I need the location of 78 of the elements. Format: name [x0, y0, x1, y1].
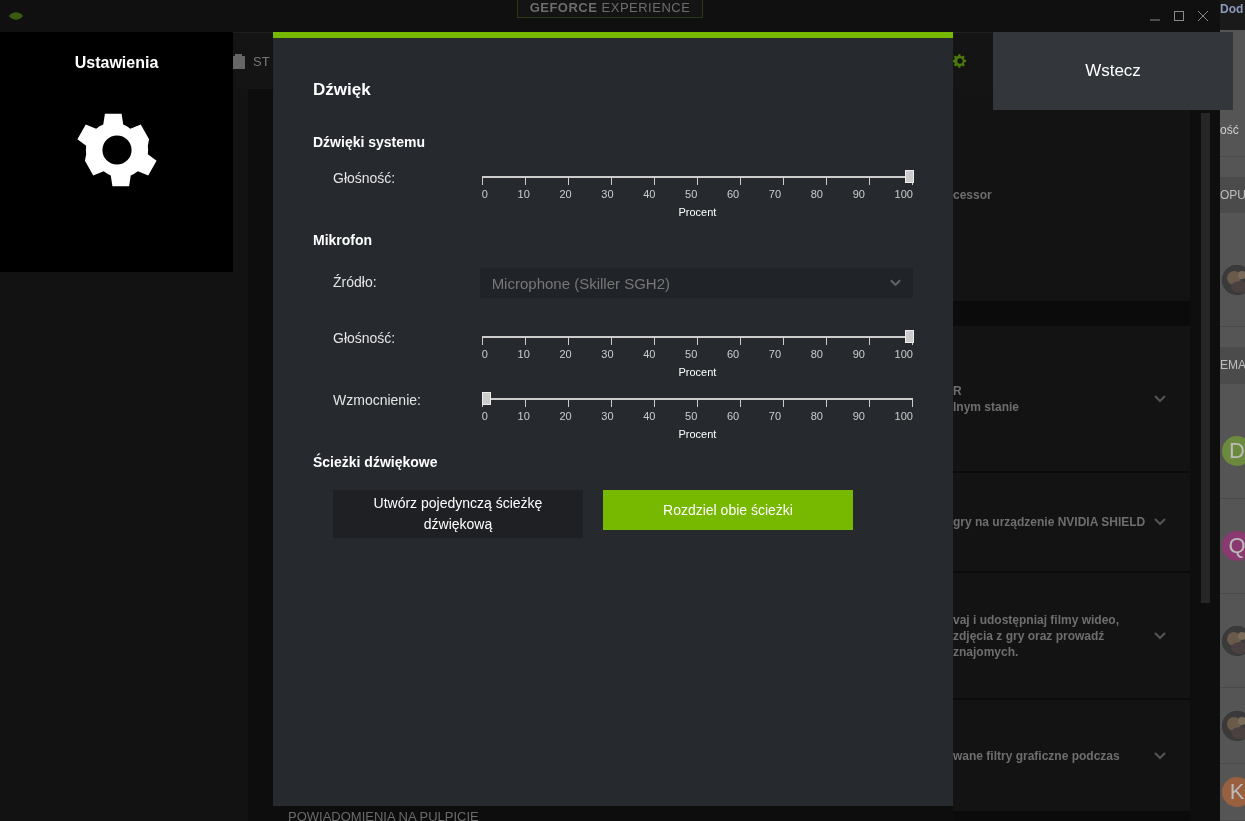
tick-label: 60: [726, 410, 740, 422]
tick-label: 20: [559, 348, 572, 360]
app-title: GEFORCE EXPERIENCE: [516, 0, 704, 18]
window-title: Dod: [1220, 2, 1244, 16]
chevron-down-icon: [890, 279, 901, 287]
logo-icon: [8, 11, 24, 21]
card-text: wane filtry graficzne podczas: [953, 748, 1121, 763]
section-heading: POWIADOMIENIA NA PULPICIE: [288, 811, 480, 821]
tick-label: 0: [481, 188, 488, 200]
axis-label: Procent: [678, 206, 717, 218]
tick-label: 40: [643, 410, 656, 422]
field-label: Źródło:: [333, 274, 378, 290]
chevron-down-icon: [1154, 394, 1166, 403]
tick-label: 90: [852, 188, 865, 200]
tick-label: 60: [726, 348, 740, 360]
nav-tab[interactable]: ST: [253, 53, 270, 69]
card-text: vaj i udostępniaj filmy wideo,: [953, 612, 1121, 627]
tick-label: 30: [601, 188, 614, 200]
tick-label: 90: [852, 410, 865, 422]
tick-label: 90: [852, 348, 865, 360]
field-label: Wzmocnienie:: [333, 392, 422, 410]
close-icon[interactable]: [1198, 11, 1208, 21]
tick-label: 80: [810, 348, 823, 360]
tick-label: 20: [559, 410, 572, 422]
tick-label: 0: [481, 410, 488, 422]
scrollbar-thumb[interactable]: [1200, 113, 1210, 603]
section-title: Ścieżki dźwiękowe: [313, 454, 439, 470]
card-text: znajomych.: [953, 644, 1020, 659]
tick-label: 30: [601, 410, 614, 422]
text-fragment: ość: [1220, 123, 1239, 138]
tick-label: 70: [768, 410, 782, 422]
tick-label: 70: [768, 188, 782, 200]
panel-title: Ustawienia: [74, 54, 159, 72]
axis-label: Procent: [678, 428, 717, 440]
tick-label: 50: [685, 188, 698, 200]
tick-label: 100: [894, 348, 913, 360]
tick-label: 0: [481, 348, 488, 360]
tick-label: 70: [768, 348, 782, 360]
field-label: Głośność:: [333, 330, 397, 348]
field-label: Głośność:: [333, 170, 397, 188]
section-header: OPU: [1220, 187, 1245, 202]
slider[interactable]: [481, 392, 913, 406]
dialog-title: Dźwięk: [313, 80, 372, 100]
tick-label: 50: [685, 410, 698, 422]
tick-label: 10: [517, 410, 530, 422]
tick-label: 30: [601, 348, 614, 360]
tick-label: 100: [894, 410, 913, 422]
back-button[interactable]: Wstecz: [993, 32, 1233, 110]
card-text: cessor: [953, 188, 993, 202]
tick-label: 20: [559, 188, 572, 200]
slider[interactable]: [481, 170, 913, 184]
tick-label: 10: [517, 188, 530, 200]
card-text: gry na urządzenie NVIDIA SHIELD: [953, 515, 1147, 529]
section-title: Dźwięki systemu: [313, 134, 427, 150]
card-text: zdjęcia z gry oraz prowadź: [953, 628, 1106, 643]
tick-label: 50: [685, 348, 698, 360]
avatar: Q: [1222, 531, 1245, 562]
track-option-button[interactable]: Rozdziel obie ścieżki: [603, 490, 853, 530]
source-dropdown[interactable]: Microphone (Skiller SGH2): [479, 268, 913, 298]
tick-label: 10: [517, 348, 530, 360]
tick-label: 80: [810, 188, 823, 200]
slider[interactable]: [481, 330, 913, 344]
tick-label: 100: [894, 188, 913, 200]
tick-label: 60: [726, 188, 740, 200]
tick-label: 40: [643, 188, 656, 200]
card-text: R: [953, 383, 963, 398]
avatar: D: [1222, 436, 1245, 466]
chevron-down-icon: [1154, 518, 1166, 526]
axis-label: Procent: [678, 366, 717, 378]
section-title: Mikrofon: [313, 232, 374, 248]
tick-label: 80: [810, 410, 823, 422]
tick-label: 40: [643, 348, 656, 360]
track-option-button[interactable]: Utwórz pojedynczą ścieżkę dźwiękową: [333, 490, 583, 538]
card-text: lnym stanie: [953, 399, 1021, 414]
maximize-icon[interactable]: [1174, 11, 1184, 21]
avatar: K: [1222, 777, 1245, 807]
chevron-down-icon: [1154, 631, 1166, 640]
chevron-down-icon: [1154, 751, 1166, 760]
